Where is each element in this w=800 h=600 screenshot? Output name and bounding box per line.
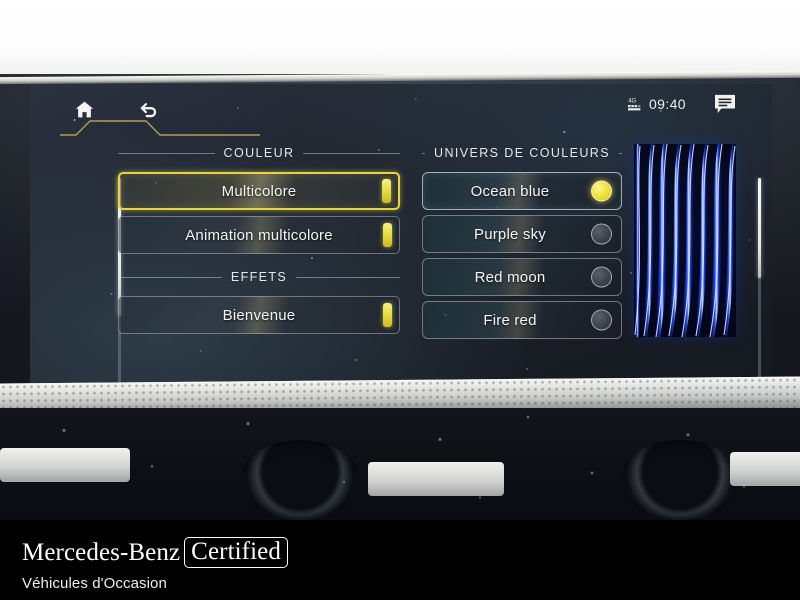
right-scrollbar[interactable] <box>758 178 761 384</box>
univers-section-title: UNIVERS DE COULEURS <box>434 146 610 160</box>
universe-option-red-moon[interactable]: Red moon <box>422 258 622 296</box>
brand-subtitle: Véhicules d'Occasion <box>22 575 167 592</box>
divider-left <box>118 276 222 278</box>
mercedes-benz-certified-lockup: Mercedes-Benz Certified Véhicules d'Occa… <box>22 537 288 592</box>
couleur-section-header: COULEUR <box>118 142 401 164</box>
color-panel: COULEUR Multicolore Animation multicolor… <box>118 142 401 340</box>
yellow-indicator <box>383 303 392 327</box>
status-clock: 09:40 <box>648 96 686 112</box>
network-and-clock: 4G 09:40 <box>627 96 686 112</box>
univers-section-header: UNIVERS DE COULEURS <box>422 142 622 164</box>
brand-wordmark: Mercedes-Benz Certified <box>22 537 288 568</box>
divider-left <box>422 152 426 154</box>
radio-button[interactable] <box>591 180 612 202</box>
color-row-label: Multicolore <box>221 182 297 200</box>
couleur-section-title: COULEUR <box>223 146 295 160</box>
back-arrow-icon[interactable] <box>136 98 160 120</box>
ocean-blue-preview <box>634 144 736 337</box>
status-bar: 4G 09:40 <box>30 84 772 136</box>
color-row-animation-multicolore[interactable]: Animation multicolore <box>118 216 400 254</box>
svg-text:4G: 4G <box>628 99 636 105</box>
divider-left <box>118 152 215 154</box>
background-sky <box>0 0 800 80</box>
radio-button[interactable] <box>591 223 612 245</box>
message-bubble-icon[interactable] <box>714 94 736 114</box>
universe-option-ocean-blue[interactable]: Ocean blue <box>422 172 622 210</box>
universe-option-label: Purple sky <box>473 225 547 243</box>
dealer-footer-banner: Mercedes-Benz Certified Véhicules d'Occa… <box>0 520 800 600</box>
home-icon[interactable] <box>72 98 96 120</box>
dash-trim-2 <box>368 462 504 496</box>
yellow-indicator <box>383 223 392 247</box>
dashboard-photo: 4G 09:40 COULEUR Multicolore Animation m… <box>0 0 800 600</box>
color-row-multicolore[interactable]: Multicolore <box>118 172 400 210</box>
effect-row-label: Bienvenue <box>222 306 296 324</box>
radio-button[interactable] <box>591 266 612 288</box>
mbux-screen[interactable]: 4G 09:40 COULEUR Multicolore Animation m… <box>30 84 772 384</box>
universe-option-purple-sky[interactable]: Purple sky <box>422 215 622 253</box>
air-vent-left <box>240 440 360 520</box>
dash-trim-1 <box>0 448 130 482</box>
effets-section-title: EFFETS <box>230 270 288 284</box>
dash-trim-3 <box>730 452 800 486</box>
tab-underline-decoration <box>60 120 260 136</box>
4g-signal-icon: 4G <box>627 96 643 112</box>
right-scrollbar-thumb[interactable] <box>758 178 761 278</box>
divider-right <box>303 152 401 154</box>
universe-option-label: Ocean blue <box>470 182 550 200</box>
universe-option-label: Fire red <box>483 311 537 329</box>
yellow-indicator <box>382 179 391 203</box>
effets-section-header: EFFETS <box>118 266 401 288</box>
color-row-label: Animation multicolore <box>185 226 333 244</box>
universe-option-label: Red moon <box>474 268 546 286</box>
universe-option-fire-red[interactable]: Fire red <box>422 301 622 339</box>
radio-button[interactable] <box>591 309 612 331</box>
divider-right <box>296 276 401 278</box>
status-right-group: 4G 09:40 <box>627 94 736 114</box>
divider-right <box>618 152 622 154</box>
air-vent-right <box>620 440 740 520</box>
effect-row-bienvenue[interactable]: Bienvenue <box>118 296 400 334</box>
certified-badge: Certified <box>184 537 288 568</box>
brand-name: Mercedes-Benz <box>22 538 181 566</box>
color-universe-panel: UNIVERS DE COULEURS Ocean blue Purple sk… <box>422 142 622 344</box>
